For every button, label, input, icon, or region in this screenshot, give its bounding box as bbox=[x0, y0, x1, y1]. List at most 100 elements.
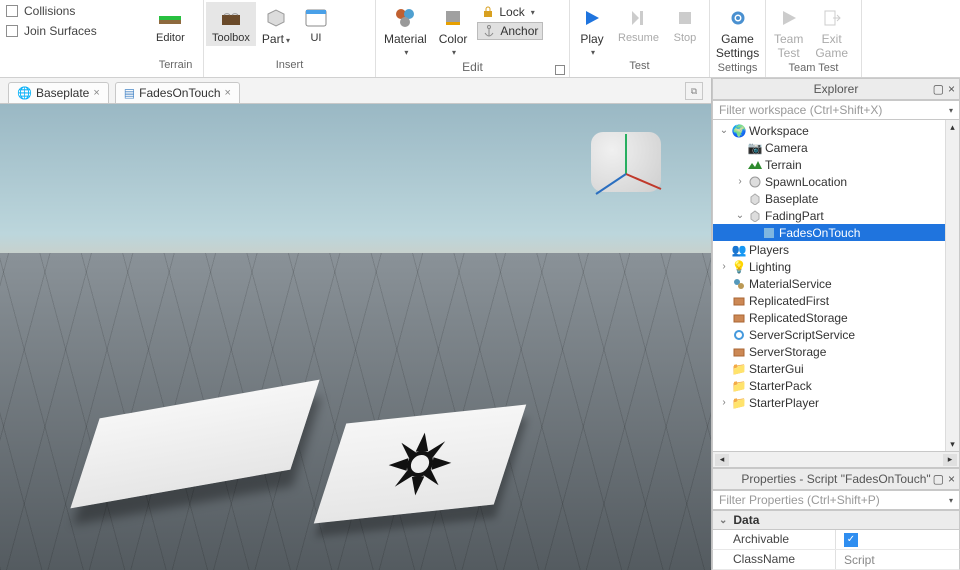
close-icon[interactable]: × bbox=[225, 87, 231, 99]
tree-item-players[interactable]: 👥 Players bbox=[713, 241, 959, 258]
tree-item-startergui[interactable]: 📁 StarterGui bbox=[713, 360, 959, 377]
chevron-down-icon: ⌄ bbox=[719, 515, 727, 526]
overflow-icon: ⧉ bbox=[691, 86, 697, 97]
close-icon[interactable]: × bbox=[948, 472, 955, 486]
property-value-archivable[interactable]: ✓ bbox=[836, 530, 959, 549]
part-icon bbox=[747, 192, 763, 206]
decal-sun-icon bbox=[355, 423, 484, 506]
editor-button[interactable]: Editor bbox=[150, 2, 191, 46]
tab-baseplate[interactable]: 🌐 Baseplate × bbox=[8, 82, 109, 103]
resume-button: Resume bbox=[612, 2, 665, 46]
explorer-vertical-scrollbar[interactable]: ▴ ▾ bbox=[945, 120, 959, 451]
chevron-down-icon: ▾ bbox=[949, 496, 953, 505]
toolbox-button[interactable]: Toolbox bbox=[206, 2, 256, 46]
undock-icon[interactable]: ▢ bbox=[933, 82, 944, 96]
tab-overflow-button[interactable]: ⧉ bbox=[685, 82, 703, 100]
scroll-right-icon[interactable]: ▸ bbox=[943, 454, 957, 466]
properties-panel-title: Properties - Script "FadesOnTouch" ▢ × bbox=[712, 468, 960, 490]
anchor-button[interactable]: Anchor bbox=[477, 22, 543, 40]
storage-icon bbox=[731, 311, 747, 325]
property-name: ClassName bbox=[713, 550, 836, 569]
gear-icon bbox=[731, 328, 747, 342]
folder-icon: 📁 bbox=[731, 379, 747, 393]
tree-item-materialservice[interactable]: MaterialService bbox=[713, 275, 959, 292]
properties-title-label: Properties - Script "FadesOnTouch" bbox=[741, 472, 930, 486]
explorer-tree[interactable]: ▴ ▾ ⌄ 🌍 Workspace 📷 Camera Terrain › Spa… bbox=[712, 120, 960, 452]
toolbox-icon bbox=[219, 6, 243, 30]
chevron-down-icon: ▾ bbox=[404, 48, 408, 57]
explorer-horizontal-scrollbar[interactable]: ◂ ▸ bbox=[712, 452, 960, 468]
material-icon bbox=[731, 277, 747, 291]
part-button[interactable]: Part▾ bbox=[256, 2, 296, 48]
play-button[interactable]: Play▾ bbox=[572, 2, 612, 60]
scroll-up-icon[interactable]: ▴ bbox=[946, 120, 959, 134]
join-surfaces-checkbox[interactable]: Join Surfaces bbox=[6, 24, 142, 38]
ui-button[interactable]: UI bbox=[296, 2, 336, 46]
document-tab-bar: 🌐 Baseplate × ▤ FadesOnTouch × ⧉ bbox=[0, 78, 711, 104]
tree-item-camera[interactable]: 📷 Camera bbox=[713, 139, 959, 156]
properties-section-data[interactable]: ⌄ Data bbox=[712, 510, 960, 530]
explorer-filter-input[interactable]: Filter workspace (Ctrl+Shift+X) ▾ bbox=[712, 100, 960, 120]
resume-icon bbox=[626, 6, 650, 30]
group-label-insert: Insert bbox=[204, 59, 375, 77]
chevron-down-icon[interactable]: ⌄ bbox=[717, 125, 731, 136]
script-icon: ▤ bbox=[124, 86, 135, 100]
tree-item-replicatedfirst[interactable]: ReplicatedFirst bbox=[713, 292, 959, 309]
properties-panel: Properties - Script "FadesOnTouch" ▢ × F… bbox=[712, 468, 960, 570]
3d-viewport[interactable] bbox=[0, 104, 711, 570]
chevron-right-icon[interactable]: › bbox=[717, 397, 731, 408]
explorer-filter-placeholder: Filter workspace (Ctrl+Shift+X) bbox=[719, 103, 882, 117]
scroll-left-icon[interactable]: ◂ bbox=[715, 454, 729, 466]
undock-icon[interactable]: ▢ bbox=[933, 472, 944, 486]
tree-item-spawnlocation[interactable]: › SpawnLocation bbox=[713, 173, 959, 190]
script-icon bbox=[761, 226, 777, 240]
tree-item-starterpack[interactable]: 📁 StarterPack bbox=[713, 377, 959, 394]
checkbox-checked-icon[interactable]: ✓ bbox=[844, 533, 858, 547]
tree-item-baseplate[interactable]: Baseplate bbox=[713, 190, 959, 207]
chevron-down-icon: ▾ bbox=[452, 48, 456, 57]
world-icon: 🌍 bbox=[731, 124, 747, 138]
tree-item-serverscriptservice[interactable]: ServerScriptService bbox=[713, 326, 959, 343]
tree-item-serverstorage[interactable]: ServerStorage bbox=[713, 343, 959, 360]
chevron-down-icon: ▾ bbox=[591, 48, 595, 57]
property-row-classname[interactable]: ClassName Script bbox=[712, 550, 960, 570]
material-icon bbox=[393, 6, 417, 30]
right-panels: Explorer ▢ × Filter workspace (Ctrl+Shif… bbox=[712, 78, 960, 570]
tree-item-fadesontouch[interactable]: FadesOnTouch bbox=[713, 224, 959, 241]
chevron-down-icon[interactable]: ⌄ bbox=[733, 210, 747, 221]
collisions-checkbox[interactable]: Collisions bbox=[6, 4, 142, 18]
material-button[interactable]: Material▾ bbox=[378, 2, 433, 60]
tab-script[interactable]: ▤ FadesOnTouch × bbox=[115, 82, 240, 103]
explorer-title-label: Explorer bbox=[814, 82, 859, 96]
anchor-label: Anchor bbox=[500, 24, 538, 38]
camera-icon: 📷 bbox=[747, 141, 763, 155]
color-button[interactable]: Color▾ bbox=[433, 2, 474, 60]
gear-icon bbox=[726, 6, 750, 30]
ribbon-checks-region: Collisions Join Surfaces bbox=[0, 0, 148, 77]
chevron-right-icon[interactable]: › bbox=[733, 176, 747, 187]
globe-icon: 🌐 bbox=[17, 86, 32, 100]
exit-game-button: ExitGame bbox=[809, 2, 854, 62]
close-icon[interactable]: × bbox=[93, 87, 99, 99]
property-row-archivable[interactable]: Archivable ✓ bbox=[712, 530, 960, 550]
group-label-team-test: Team Test bbox=[766, 62, 861, 77]
lock-button[interactable]: Lock ▾ bbox=[477, 4, 543, 20]
close-icon[interactable]: × bbox=[948, 82, 955, 96]
dialog-launcher-icon[interactable] bbox=[555, 65, 565, 75]
view-orientation-widget[interactable] bbox=[581, 124, 671, 214]
tree-item-terrain[interactable]: Terrain bbox=[713, 156, 959, 173]
players-icon: 👥 bbox=[731, 243, 747, 257]
tree-item-replicatedstorage[interactable]: ReplicatedStorage bbox=[713, 309, 959, 326]
chevron-right-icon[interactable]: › bbox=[717, 261, 731, 272]
tree-item-fadingpart[interactable]: ⌄ FadingPart bbox=[713, 207, 959, 224]
group-label-terrain: Terrain bbox=[148, 59, 203, 77]
game-settings-button[interactable]: GameSettings bbox=[712, 2, 763, 62]
properties-filter-input[interactable]: Filter Properties (Ctrl+Shift+P) ▾ bbox=[712, 490, 960, 510]
tree-item-workspace[interactable]: ⌄ 🌍 Workspace bbox=[713, 122, 959, 139]
scroll-down-icon[interactable]: ▾ bbox=[946, 437, 959, 451]
tree-item-starterplayer[interactable]: › 📁 StarterPlayer bbox=[713, 394, 959, 411]
checkbox-box-icon bbox=[6, 5, 18, 17]
folder-icon: 📁 bbox=[731, 396, 747, 410]
tree-item-lighting[interactable]: › 💡 Lighting bbox=[713, 258, 959, 275]
part-icon bbox=[747, 209, 763, 223]
